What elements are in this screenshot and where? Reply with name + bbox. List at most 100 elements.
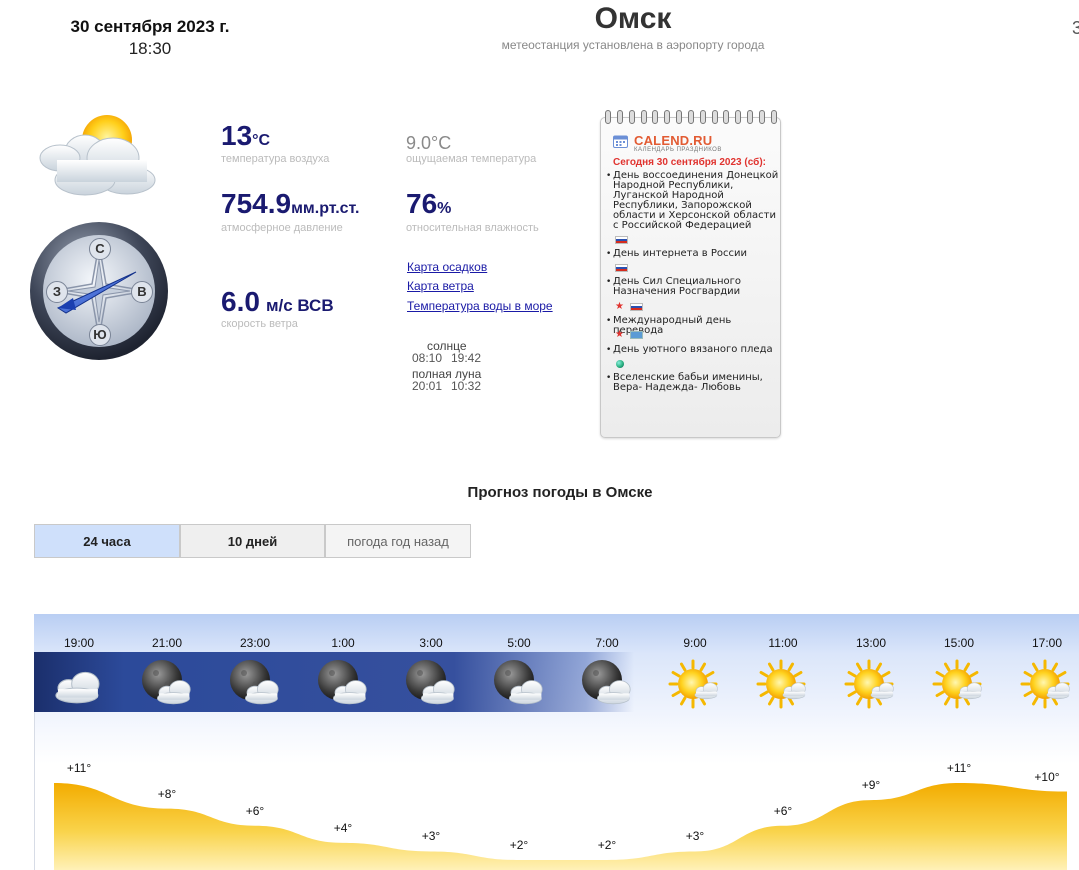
globe-icon (616, 360, 624, 368)
tab-24-hours[interactable]: 24 часа (34, 524, 180, 558)
forecast-hour-label: 9:00 (683, 636, 707, 650)
sun-cloud-icon (665, 658, 725, 710)
forecast-temperature: +11° (946, 761, 972, 775)
tab-10-days[interactable]: 10 дней (180, 524, 325, 558)
wind-speed-unit: м/с ВСВ (265, 296, 334, 315)
calendar-event-text: День Сил Специального Назначения Росгвар… (613, 276, 742, 297)
compass-north: С (89, 238, 111, 260)
compass-south: Ю (89, 324, 111, 346)
moon-cloud-icon (489, 658, 549, 710)
calendar-event[interactable]: • День интернета в России (606, 248, 782, 260)
air-temperature-value: 13 (221, 120, 253, 151)
moon-cloud-icon (577, 658, 637, 710)
forecast-temperature: +2° (509, 838, 529, 852)
humidity-label: относительная влажность (406, 222, 539, 234)
forecast-temperature: +3° (421, 829, 441, 844)
forecast-temperature: +8° (157, 786, 177, 801)
moon-cloud-icon (225, 658, 285, 710)
forecast-hour-label: 15:00 (943, 636, 975, 650)
star-icon: ★ (615, 329, 624, 340)
wind-map-link[interactable]: Карта ветра (407, 279, 474, 293)
russia-flag-icon (615, 236, 628, 244)
partly-cloudy-sun-icon (39, 115, 156, 196)
pressure-value: 754.9 (221, 188, 292, 219)
moon-cloud-icon (401, 658, 461, 710)
forecast-hour-label: 17:00 (1031, 636, 1063, 650)
forecast-temperature: +6° (773, 803, 793, 818)
humidity-unit: % (437, 200, 452, 217)
calendar-event-text: Вселенские бабьи именины, Вера- Надежда-… (613, 372, 763, 393)
moon-cloud-icon (137, 658, 197, 710)
pressure: 754.9мм.рт.ст. (221, 190, 359, 223)
forecast-title: Прогноз погоды в Омске (467, 484, 653, 501)
forecast-hour-label: 13:00 (855, 636, 887, 650)
air-temperature-unit: °C (252, 132, 271, 149)
forecast-hour-label: 19:00 (63, 636, 95, 650)
edge-glyph: 3 (1072, 18, 1079, 38)
calendar-event-text: День воссоединения Донецкой Народной Рес… (613, 170, 779, 231)
forecast-temperature: +2° (597, 838, 617, 852)
temperature-curve (54, 783, 1067, 870)
wind-speed-value: 6.0 (221, 286, 260, 317)
sea-water-temp-link[interactable]: Температура воды в море (407, 299, 553, 313)
sun-cloud-icon (841, 658, 901, 710)
compass-east: В (131, 281, 153, 303)
calendar-rings (605, 110, 777, 124)
compass-west: З (46, 281, 68, 303)
feels-like-label: ощущаемая температура (406, 153, 537, 165)
wind-speed: 6.0 м/с ВСВ (221, 288, 334, 320)
forecast-temperature: +9° (861, 778, 881, 793)
moonrise-time: 20:01 (412, 379, 443, 393)
air-temperature-label: температура воздуха (221, 153, 330, 165)
forecast-hour-label: 3:00 (419, 636, 443, 650)
feels-like-value: 9.0°C (406, 133, 452, 153)
precipitation-map-link[interactable]: Карта осадков (407, 260, 487, 274)
sunrise-time: 08:10 (412, 351, 443, 365)
forecast-temperature: +10° (1034, 769, 1060, 784)
page-title: Омск (594, 2, 672, 35)
sun-cloud-icon (929, 658, 989, 710)
moon-cloud-icon (313, 658, 373, 710)
sun-cloud-icon (1017, 658, 1077, 710)
cloud-night-icon (49, 658, 109, 710)
forecast-hour-label: 5:00 (507, 636, 531, 650)
calendar-event[interactable]: • День уютного вязаного пледа (606, 344, 782, 356)
calendar-event[interactable]: • День Сил Специального Назначения Росгва… (606, 277, 782, 297)
calendar-brand[interactable]: CALEND.RU (634, 133, 712, 148)
calendar-event-text: День уютного вязаного пледа (613, 344, 773, 355)
current-time: 18:30 (128, 39, 172, 58)
calendar-icon (613, 135, 628, 148)
forecast-hour-label: 11:00 (768, 636, 798, 650)
forecast-hour-label: 21:00 (151, 636, 183, 650)
forecast-hour-label: 23:00 (239, 636, 271, 650)
calendar-event-text: День интернета в России (613, 248, 747, 259)
sun-cloud-icon (753, 658, 813, 710)
forecast-hour-label: 7:00 (595, 636, 619, 650)
current-date: 30 сентября 2023 г. (70, 17, 230, 36)
forecast-temperature: +6° (245, 803, 265, 818)
un-flag-icon (630, 331, 643, 339)
russia-flag-icon (630, 303, 643, 311)
temperature-area (54, 783, 1067, 870)
pressure-unit: мм.рт.ст. (291, 200, 360, 217)
wind-speed-label: скорость ветра (221, 318, 298, 330)
pressure-label: атмосферное давление (221, 222, 343, 234)
star-icon: ★ (615, 301, 624, 312)
forecast-temperature: +3° (685, 829, 705, 844)
calendar-event[interactable]: • Вселенские бабьи именины, Вера- Надежда… (606, 373, 782, 393)
sunset-time: 19:42 (451, 351, 482, 365)
air-temperature: 13°C (221, 122, 270, 155)
forecast-temperature: +11° (66, 761, 92, 775)
tab-year-ago[interactable]: погода год назад (325, 524, 471, 558)
russia-flag-icon (615, 264, 628, 272)
humidity: 76% (406, 190, 451, 223)
wind-compass: С Ю З В (28, 220, 170, 362)
station-note: метеостанция установлена в аэропорту гор… (501, 38, 765, 52)
calendar-today-heading: Сегодня 30 сентября 2023 (сб): (613, 157, 766, 168)
forecast-hour-label: 1:00 (331, 636, 355, 650)
calendar-tagline: КАЛЕНДАРЬ ПРАЗДНИКОВ (634, 147, 722, 153)
humidity-value: 76 (406, 188, 438, 219)
moonset-time: 10:32 (451, 379, 482, 393)
forecast-temperature: +4° (333, 820, 353, 835)
calendar-event[interactable]: • День воссоединения Донецкой Народной Ре… (606, 171, 782, 231)
